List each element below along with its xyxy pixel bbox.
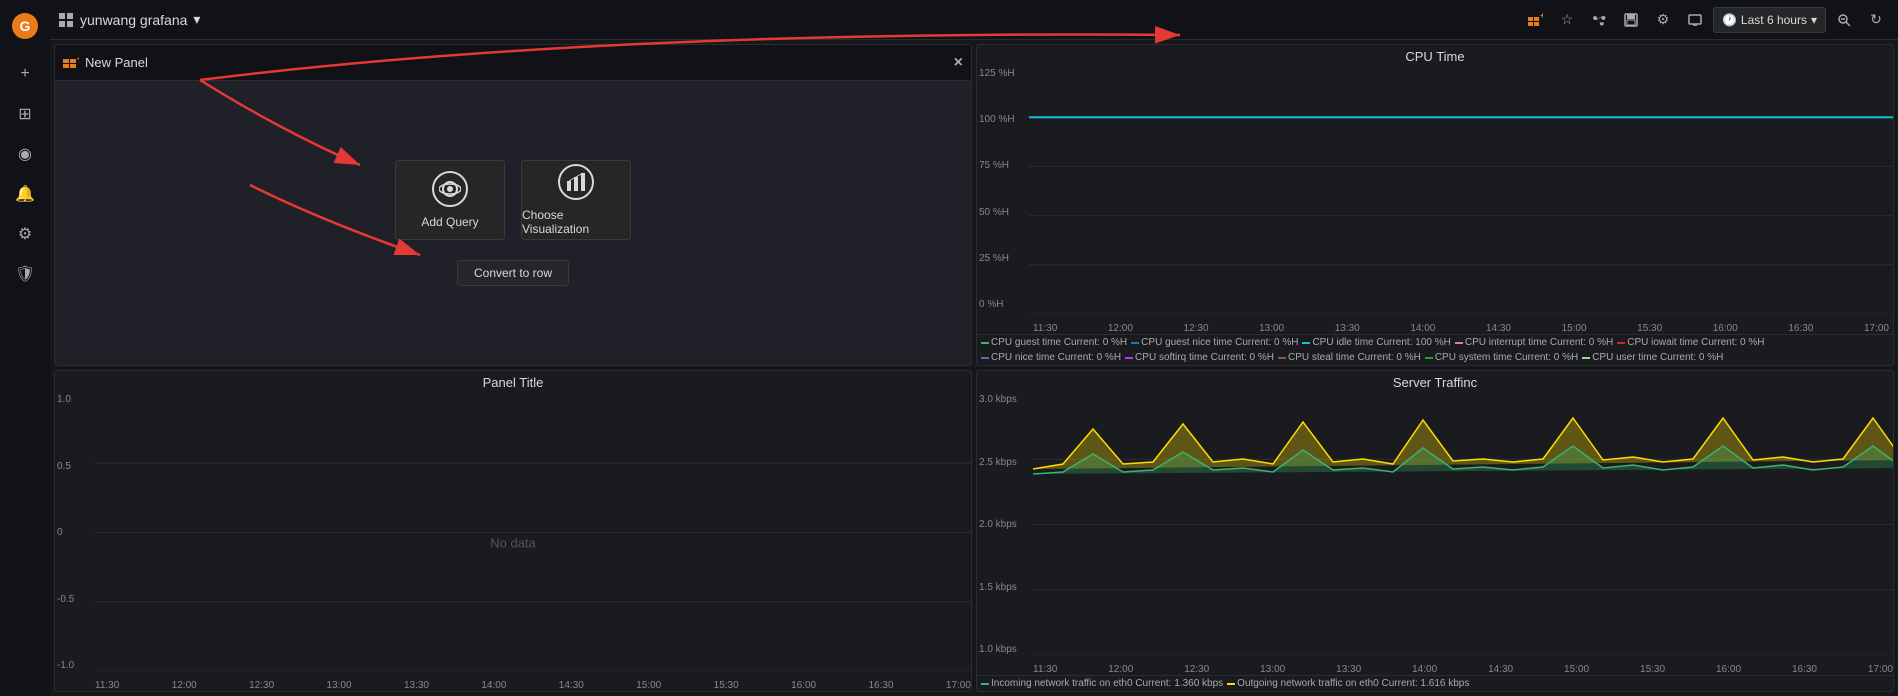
choose-viz-option[interactable]: Choose Visualization (521, 160, 631, 240)
convert-row-btn[interactable]: Convert to row (457, 260, 569, 286)
legend-outgoing: Outgoing network traffic on eth0 Current… (1227, 678, 1469, 689)
share-btn[interactable] (1585, 6, 1613, 34)
svg-text:+: + (77, 56, 79, 63)
add-panel-sidebar-btn[interactable]: + (5, 56, 45, 92)
query-icon (432, 171, 468, 207)
add-query-label: Add Query (421, 215, 478, 229)
cpu-legend: CPU guest time Current: 0 %H CPU guest n… (977, 334, 1893, 365)
legend-dot-outgoing (1227, 683, 1235, 685)
legend-dot (1278, 357, 1286, 359)
cpu-time-panel: CPU Time 125 %H 100 %H 75 %H 50 %H 25 %H… (976, 44, 1894, 366)
new-panel-title: New Panel (85, 55, 948, 70)
legend-dot (1125, 357, 1133, 359)
alerting-sidebar-btn[interactable]: 🔔 (5, 176, 45, 212)
legend-cpu-user: CPU user time Current: 0 %H (1582, 352, 1723, 363)
new-panel-body: Add Query Choose Vis (55, 81, 971, 365)
legend-dot (1617, 342, 1625, 344)
legend-incoming: Incoming network traffic on eth0 Current… (981, 678, 1223, 689)
shield-sidebar-btn[interactable]: 🛡 (5, 256, 45, 292)
tv-btn[interactable] (1681, 6, 1709, 34)
new-panel: + New Panel × (55, 45, 971, 365)
legend-dot (981, 342, 989, 344)
no-data-label: No data (490, 535, 536, 550)
svg-text:+: + (1540, 12, 1543, 20)
panel-title-y-axis: 1.00.50-0.5-1.0 (57, 394, 74, 671)
cpu-time-title: CPU Time (985, 49, 1885, 64)
server-traffic-y-axis: 3.0 kbps2.5 kbps2.0 kbps1.5 kbps1.0 kbps (979, 394, 1017, 655)
server-traffic-x-axis: 11:3012:0012:3013:0013:3014:0014:3015:00… (1033, 664, 1893, 675)
legend-cpu-nice: CPU nice time Current: 0 %H (981, 352, 1121, 363)
dashboard-grid: + New Panel × (50, 40, 1898, 696)
legend-dot (1131, 342, 1139, 344)
legend-dot (1455, 342, 1463, 344)
legend-cpu-iowait: CPU iowait time Current: 0 %H (1617, 337, 1764, 348)
settings-sidebar-btn[interactable]: ⚙ (5, 216, 45, 252)
new-panel-container: + New Panel × (54, 44, 972, 366)
legend-cpu-steal: CPU steal time Current: 0 %H (1278, 352, 1421, 363)
clock-icon: 🕐 (1722, 13, 1737, 27)
legend-cpu-softirq: CPU softirq time Current: 0 %H (1125, 352, 1274, 363)
grid-icon (58, 12, 74, 28)
legend-dot (981, 357, 989, 359)
panel-title-label: Panel Title (63, 375, 963, 390)
main-content: yunwang grafana ▾ + ☆ (50, 0, 1898, 696)
refresh-btn[interactable]: ↻ (1862, 6, 1890, 34)
server-traffic-title: Server Traffinc (985, 375, 1885, 390)
legend-cpu-guest: CPU guest time Current: 0 %H (981, 337, 1127, 348)
panel-title-svg (95, 394, 971, 671)
explore-sidebar-btn[interactable]: ◉ (5, 136, 45, 172)
panel-title-chart-area: 1.00.50-0.5-1.0 No data 11:3012:0012:301… (55, 394, 971, 691)
server-traffic-chart-area: 3.0 kbps2.5 kbps2.0 kbps1.5 kbps1.0 kbps… (977, 394, 1893, 675)
time-range-label: Last 6 hours (1741, 13, 1807, 27)
star-btn[interactable]: ☆ (1553, 6, 1581, 34)
legend-cpu-idle: CPU idle time Current: 100 %H (1302, 337, 1450, 348)
panel-title-panel: Panel Title 1.00.50-0.5-1.0 No data 11:3… (54, 370, 972, 692)
legend-dot (1302, 342, 1310, 344)
save-btn[interactable] (1617, 6, 1645, 34)
topbar: yunwang grafana ▾ + ☆ (50, 0, 1898, 40)
add-query-option[interactable]: Add Query (395, 160, 505, 240)
svg-text:G: G (20, 18, 31, 34)
server-traffic-svg (1033, 394, 1893, 655)
time-picker-dropdown: ▾ (1811, 13, 1817, 27)
legend-cpu-guest-nice: CPU guest nice time Current: 0 %H (1131, 337, 1298, 348)
sidebar: G + ⊞ ◉ 🔔 ⚙ 🛡 (0, 0, 50, 696)
legend-cpu-system: CPU system time Current: 0 %H (1425, 352, 1578, 363)
legend-cpu-interrupt: CPU interrupt time Current: 0 %H (1455, 337, 1613, 348)
grafana-logo[interactable]: G (7, 8, 43, 44)
viz-icon (558, 164, 594, 200)
legend-dot (1425, 357, 1433, 359)
workspace-dropdown-icon: ▾ (193, 11, 200, 28)
panel-title-x-axis: 11:3012:0012:3013:0013:3014:0014:3015:00… (95, 680, 971, 691)
workspace-title[interactable]: yunwang grafana ▾ (58, 11, 200, 28)
cpu-time-chart-area: 125 %H 100 %H 75 %H 50 %H 25 %H 0 %H (977, 68, 1893, 334)
legend-dot-incoming (981, 683, 989, 685)
legend-dot (1582, 357, 1590, 359)
new-panel-header: + New Panel × (55, 45, 971, 81)
cpu-x-axis: 11:3012:0012:3013:0013:3014:0014:3015:00… (1029, 323, 1893, 334)
zoom-out-btn[interactable] (1830, 6, 1858, 34)
panel-options: Add Query Choose Vis (395, 160, 631, 240)
time-picker[interactable]: 🕐 Last 6 hours ▾ (1713, 7, 1826, 33)
cpu-y-axis: 125 %H 100 %H 75 %H 50 %H 25 %H 0 %H (979, 68, 1015, 310)
server-traffic-header: Server Traffinc (977, 371, 1893, 394)
add-panel-btn[interactable]: + (1521, 6, 1549, 34)
topbar-actions: + ☆ ⚙ (1521, 6, 1890, 34)
panel-title-header: Panel Title (55, 371, 971, 394)
server-traffic-panel: Server Traffinc 3.0 kbps2.5 kbps2.0 kbps… (976, 370, 1894, 692)
new-panel-close[interactable]: × (954, 54, 963, 72)
cpu-chart-svg (1029, 68, 1893, 314)
dashboards-sidebar-btn[interactable]: ⊞ (5, 96, 45, 132)
settings-topbar-btn[interactable]: ⚙ (1649, 6, 1677, 34)
server-traffic-legend: Incoming network traffic on eth0 Current… (977, 675, 1893, 691)
choose-viz-label: Choose Visualization (522, 208, 630, 236)
workspace-name: yunwang grafana (80, 12, 187, 28)
panel-header-icon: + (63, 56, 79, 70)
cpu-time-header: CPU Time (977, 45, 1893, 68)
